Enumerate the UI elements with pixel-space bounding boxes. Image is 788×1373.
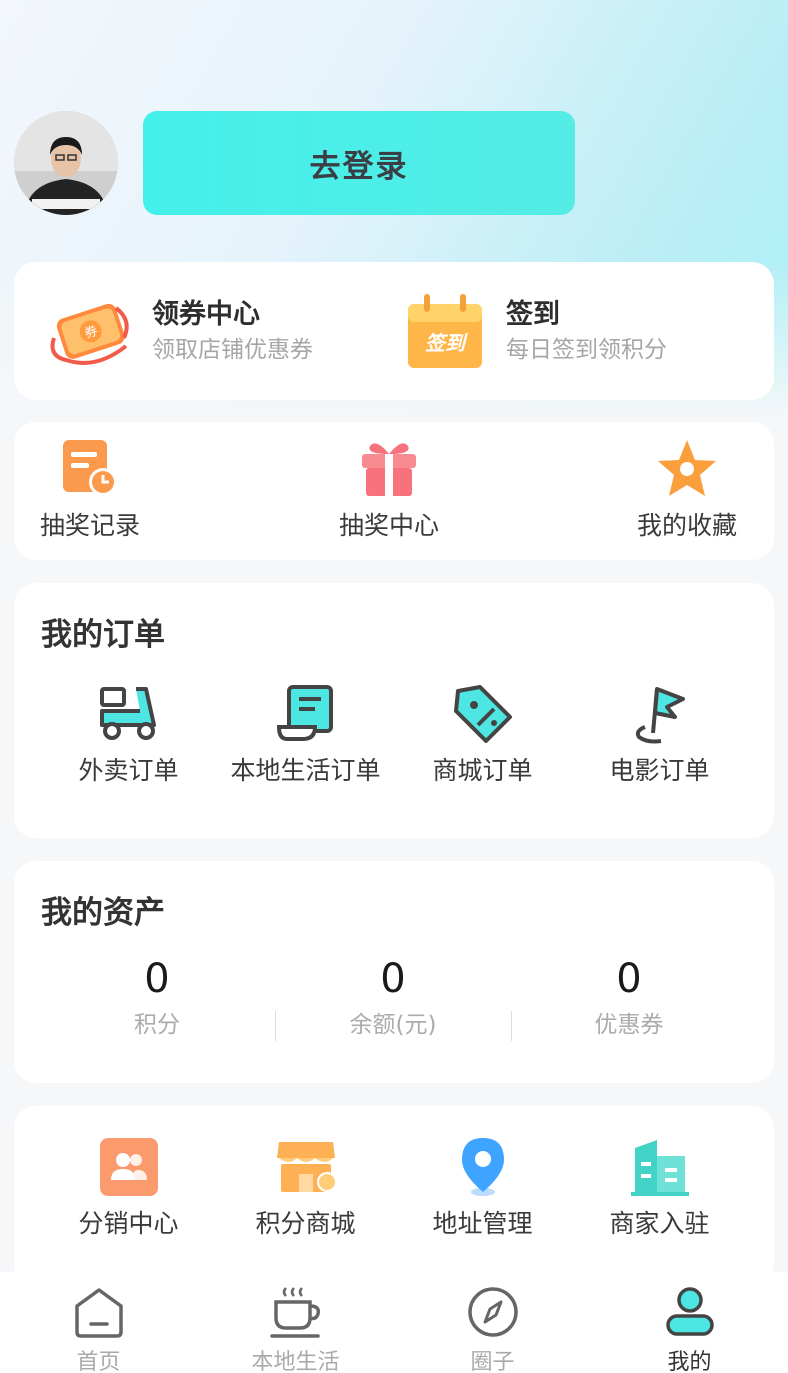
- services-card: 分销中心 积分商城 地址管理 商家入驻: [14, 1106, 774, 1286]
- shop-icon: [273, 1142, 339, 1204]
- assets-card: 我的资产 0 积分 0 余额(元) 0 优惠券: [14, 861, 774, 1083]
- quick-label: 抽奖中心: [339, 511, 440, 540]
- avatar[interactable]: [14, 111, 118, 215]
- delivery-scooter-icon: [96, 687, 162, 751]
- building-icon: [627, 1140, 693, 1204]
- points-mall-button[interactable]: 积分商城: [217, 1134, 394, 1240]
- tab-label: 本地生活: [251, 1350, 340, 1373]
- user-icon: [662, 1287, 718, 1344]
- login-button[interactable]: 去登录: [143, 111, 575, 215]
- location-pin-icon: [450, 1138, 516, 1204]
- flag-icon: [627, 687, 693, 751]
- promo-title: 领券中心: [152, 299, 260, 330]
- order-label: 电影订单: [609, 756, 710, 785]
- order-delivery-button[interactable]: 外卖订单: [40, 681, 217, 787]
- discount-tag-icon: [450, 685, 516, 751]
- section-title: 我的资产: [41, 895, 165, 931]
- tab-home[interactable]: 首页: [0, 1272, 197, 1373]
- tab-label: 首页: [76, 1350, 121, 1373]
- balance-stat[interactable]: 0 余额(元): [275, 951, 511, 1043]
- stat-value: 0: [144, 956, 170, 1002]
- promo-card: 券 领券中心 领取店铺优惠券 签到 签到 每日签到领积分: [14, 262, 774, 400]
- stat-divider: [275, 1011, 276, 1041]
- bottom-tab-bar: 首页 本地生活 圈子 我的: [0, 1272, 788, 1373]
- service-label: 地址管理: [432, 1209, 533, 1238]
- coupon-icon: 券: [46, 286, 138, 378]
- stat-value: 0: [380, 956, 406, 1002]
- compass-icon: [465, 1287, 521, 1344]
- order-label: 商城订单: [432, 756, 533, 785]
- distribution-center-button[interactable]: 分销中心: [40, 1134, 217, 1240]
- points-stat[interactable]: 0 积分: [39, 951, 275, 1043]
- stat-value: 0: [616, 956, 642, 1002]
- order-label: 本地生活订单: [230, 756, 381, 785]
- order-local-life-button[interactable]: 本地生活订单: [217, 681, 394, 787]
- star-icon: [654, 440, 720, 506]
- stat-label: 积分: [134, 1012, 180, 1038]
- merchant-onboarding-button[interactable]: 商家入驻: [571, 1134, 748, 1240]
- lottery-record-icon: [57, 440, 123, 506]
- lottery-center-button[interactable]: 抽奖中心: [339, 436, 439, 542]
- coupon-center-entry[interactable]: 券 领券中心 领取店铺优惠券: [46, 286, 313, 378]
- order-mall-button[interactable]: 商城订单: [394, 681, 571, 787]
- avatar-photo: [14, 111, 118, 215]
- stat-divider: [511, 1011, 512, 1041]
- order-movie-button[interactable]: 电影订单: [571, 681, 748, 787]
- service-label: 分销中心: [78, 1209, 179, 1238]
- quick-label: 抽奖记录: [40, 511, 141, 540]
- tab-circle[interactable]: 圈子: [394, 1272, 591, 1373]
- receipt-scroll-icon: [273, 685, 339, 751]
- tab-label: 我的: [667, 1350, 712, 1373]
- section-title: 我的订单: [41, 617, 165, 653]
- checkin-entry[interactable]: 签到 签到 每日签到领积分: [400, 286, 667, 378]
- team-icon: [96, 1138, 162, 1204]
- tab-label: 圈子: [470, 1350, 515, 1373]
- stat-label: 优惠券: [594, 1012, 664, 1038]
- promo-title: 签到: [506, 299, 560, 330]
- quick-label: 我的收藏: [637, 511, 738, 540]
- coupons-stat[interactable]: 0 优惠券: [511, 951, 747, 1043]
- service-label: 商家入驻: [609, 1209, 710, 1238]
- checkin-badge-text: 签到: [425, 331, 468, 355]
- stat-label: 余额(元): [349, 1012, 437, 1038]
- my-favorites-button[interactable]: 我的收藏: [637, 436, 737, 542]
- address-management-button[interactable]: 地址管理: [394, 1134, 571, 1240]
- orders-card: 我的订单 外卖订单 本地生活订单 商城订单 电影订单: [14, 583, 774, 838]
- lottery-record-button[interactable]: 抽奖记录: [40, 436, 140, 542]
- tab-mine[interactable]: 我的: [591, 1272, 788, 1373]
- home-icon: [71, 1288, 127, 1344]
- coffee-icon: [268, 1287, 324, 1344]
- order-label: 外卖订单: [78, 756, 179, 785]
- promo-subtitle: 领取店铺优惠券: [152, 337, 313, 363]
- calendar-checkin-icon: 签到: [400, 286, 492, 378]
- service-label: 积分商城: [255, 1209, 356, 1238]
- gift-icon: [356, 443, 422, 506]
- quick-actions-card: 抽奖记录 抽奖中心 我的收藏: [14, 422, 774, 560]
- tab-local-life[interactable]: 本地生活: [197, 1272, 394, 1373]
- promo-subtitle: 每日签到领积分: [506, 337, 667, 363]
